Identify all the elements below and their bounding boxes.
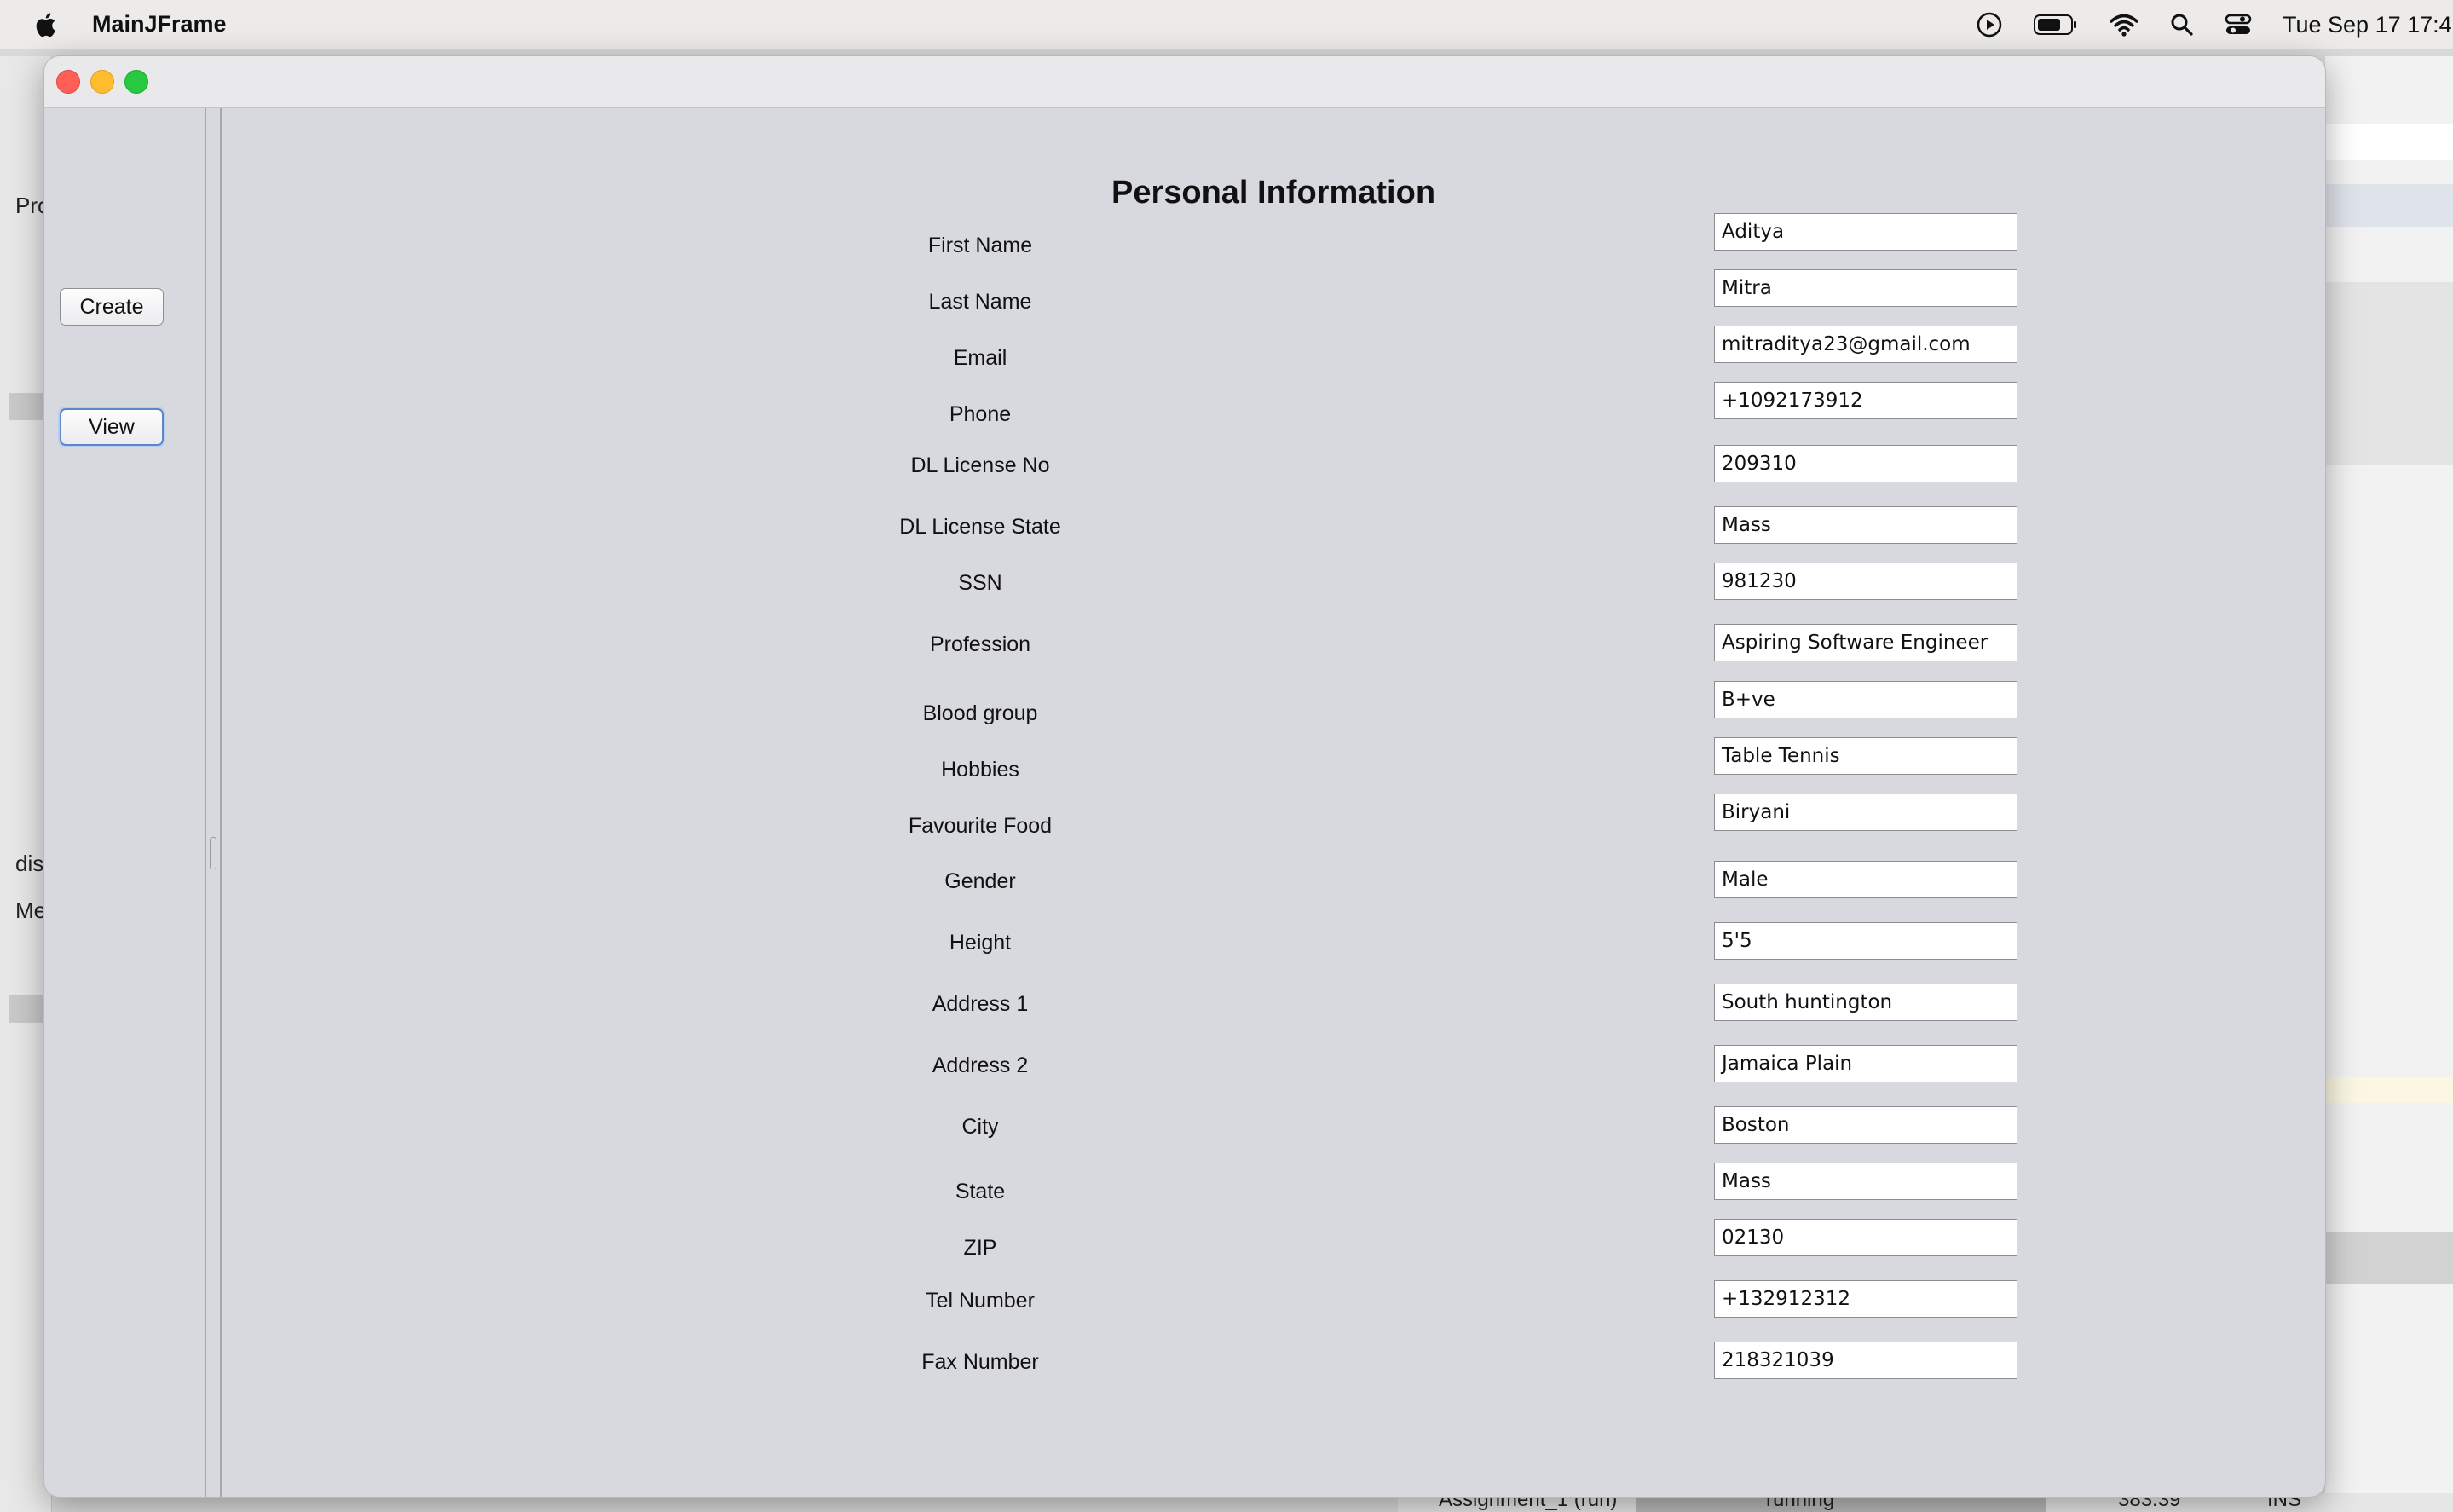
form-row-favourite-food: Favourite Food Biryani [222,794,2325,841]
form-row-gender: Gender Male [222,861,2325,902]
email-field[interactable]: mitraditya23@gmail.com [1714,326,2017,363]
fax-number-field[interactable]: 218321039 [1714,1342,2017,1379]
minimize-window-button[interactable] [90,70,114,94]
ide-toolbar-field [2325,124,2453,160]
favourite-food-label: Favourite Food [908,814,1053,838]
address-1-label: Address 1 [932,992,1029,1016]
form-row-dl-license-state: DL License State Mass [222,506,2325,547]
form-row-dl-license-no: DL License No 209310 [222,445,2325,486]
hobbies-field[interactable]: Table Tennis [1714,737,2017,775]
form-row-last-name: Last Name Mitra [222,269,2325,322]
form-row-fax-number: Fax Number 218321039 [222,1342,2325,1382]
splitter-grip-icon[interactable] [210,837,216,869]
fax-number-label: Fax Number [921,1350,1039,1374]
ssn-label: SSN [958,571,1002,595]
app-name[interactable]: MainJFrame [92,11,227,38]
favourite-food-field[interactable]: Biryani [1714,794,2017,831]
dl-license-state-field[interactable]: Mass [1714,506,2017,544]
ide-editor-area [2325,282,2453,465]
address-2-field[interactable]: Jamaica Plain [1714,1045,2017,1082]
height-field[interactable]: 5'5 [1714,922,2017,960]
blood-group-label: Blood group [922,701,1038,725]
zip-label: ZIP [963,1236,997,1260]
background-ide-right [2325,56,2453,1512]
wifi-icon[interactable] [2109,13,2139,37]
ide-tab-strip [2325,184,2453,227]
form-row-zip: ZIP 02130 [222,1219,2325,1260]
form-row-height: Height 5'5 [222,922,2325,963]
ide-output-header [2325,1232,2453,1284]
gender-field[interactable]: Male [1714,861,2017,898]
main-jframe-window: Create View Personal Information First N… [44,56,2325,1497]
tel-number-field[interactable]: +132912312 [1714,1280,2017,1318]
menu-clock[interactable]: Tue Sep 17 17:4 [2283,12,2453,38]
form-row-ssn: SSN 981230 [222,563,2325,603]
form-row-email: Email mitraditya23@gmail.com [222,326,2325,378]
form-title: Personal Information [1111,175,1436,211]
ssn-field[interactable]: 981230 [1714,563,2017,600]
apple-logo-icon[interactable] [32,10,61,39]
last-name-field[interactable]: Mitra [1714,269,2017,307]
form-row-blood-group: Blood group B+ve [222,681,2325,729]
ide-fragment-dis: dis [15,851,44,876]
create-button[interactable]: Create [60,288,164,326]
form-row-address-1: Address 1 South huntington [222,984,2325,1024]
gender-label: Gender [944,869,1016,893]
zip-field[interactable]: 02130 [1714,1219,2017,1256]
maximize-window-button[interactable] [124,70,148,94]
form-row-tel-number: Tel Number +132912312 [222,1280,2325,1321]
address-2-label: Address 2 [932,1053,1029,1077]
split-pane-divider[interactable] [206,108,222,1497]
profession-field[interactable]: Aspiring Software Engineer [1714,624,2017,661]
height-label: Height [949,931,1012,955]
window-titlebar[interactable] [44,56,2325,108]
form-row-first-name: First Name Aditya [222,213,2325,266]
menu-bar: MainJFrame Tue Sep 17 17:4 [0,0,2453,49]
play-icon[interactable] [1976,11,2003,38]
view-button[interactable]: View [60,408,164,446]
first-name-label: First Name [927,234,1033,257]
form-row-profession: Profession Aspiring Software Engineer [222,624,2325,665]
phone-field[interactable]: +1092173912 [1714,382,2017,419]
control-center-icon[interactable] [2225,13,2252,37]
dl-license-no-field[interactable]: 209310 [1714,445,2017,482]
dl-license-no-label: DL License No [910,453,1050,477]
form-row-hobbies: Hobbies Table Tennis [222,737,2325,785]
city-label: City [961,1115,999,1139]
phone-label: Phone [949,402,1012,426]
form-row-address-2: Address 2 Jamaica Plain [222,1045,2325,1086]
ide-highlight-line [2325,1077,2453,1103]
form-row-state: State Mass [222,1163,2325,1203]
dl-license-state-label: DL License State [899,515,1061,539]
address-1-field[interactable]: South huntington [1714,984,2017,1021]
first-name-field[interactable]: Aditya [1714,213,2017,251]
email-label: Email [953,346,1007,370]
form-row-city: City Boston [222,1106,2325,1147]
work-area-panel: Personal Information First Name Aditya L… [222,108,2325,1497]
city-field[interactable]: Boston [1714,1106,2017,1144]
battery-icon[interactable] [2034,14,2078,36]
blood-group-field[interactable]: B+ve [1714,681,2017,718]
hobbies-label: Hobbies [941,758,1019,782]
last-name-label: Last Name [928,290,1032,314]
search-icon[interactable] [2170,13,2194,37]
control-panel: Create View [44,108,206,1497]
close-window-button[interactable] [56,70,80,94]
state-label: State [955,1180,1006,1203]
profession-label: Profession [929,632,1031,656]
ide-fragment-me: Me [15,897,47,923]
state-field[interactable]: Mass [1714,1163,2017,1200]
form-row-phone: Phone +1092173912 [222,382,2325,435]
tel-number-label: Tel Number [926,1289,1035,1313]
